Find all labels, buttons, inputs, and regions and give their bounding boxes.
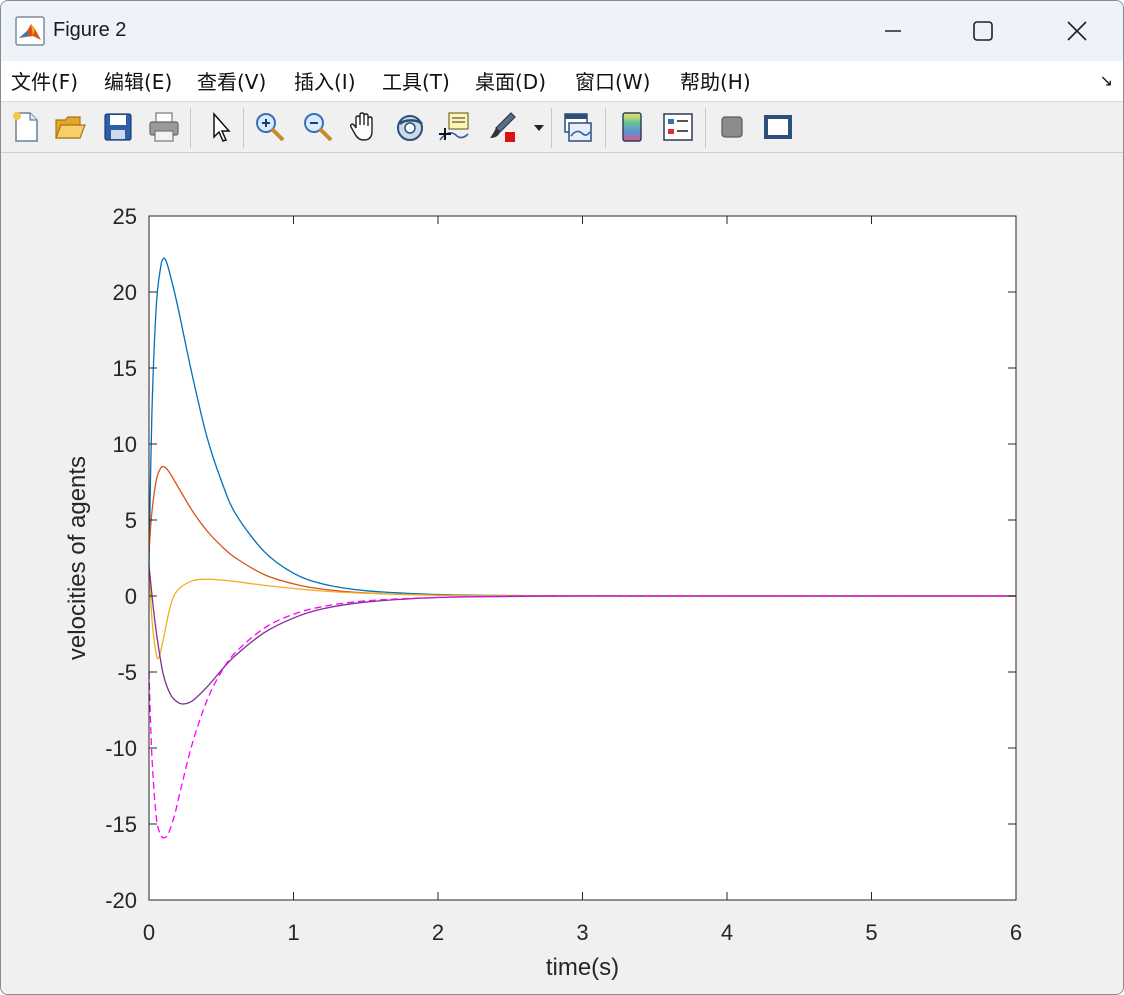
y-tick-label: -5 [117,660,137,685]
menu-insert[interactable]: 插入(I) [294,66,356,95]
x-axis-label: time(s) [546,954,619,981]
menu-edit[interactable]: 编辑(E) [104,66,172,95]
maximize-button[interactable] [937,1,1029,61]
plot-area[interactable]: 0 1 2 3 4 5 6 -20 -15 -10 -5 0 5 10 15 20 25 time(s) vel… [1,153,1123,994]
y-tick-label: 15 [113,356,137,381]
rotate-3d-icon[interactable] [393,110,427,144]
menu-window[interactable]: 窗口(W) [575,66,650,95]
y-tick-label: 25 [113,204,137,229]
y-axis-label: velocities of agents [64,456,91,660]
x-tick-label: 3 [576,920,588,945]
brush-dropdown-icon[interactable] [531,110,547,144]
menu-bar: 文件(F) 编辑(E) 查看(V) 插入(I) 工具(T) 桌面(D) 窗口(W… [1,61,1123,102]
toolbar-separator [190,108,191,148]
legend-icon[interactable] [661,110,695,144]
x-tick-label: 1 [287,920,299,945]
y-tick-label: 0 [125,584,137,609]
y-tick-label: -15 [105,812,137,837]
save-icon[interactable] [101,110,135,144]
hide-plot-tools-icon[interactable] [715,110,749,144]
y-tick-label: 20 [113,280,137,305]
y-tick-label: 5 [125,508,137,533]
link-plot-icon[interactable] [561,110,595,144]
zoom-out-icon[interactable] [301,110,335,144]
close-icon [1067,21,1087,41]
toolbar-separator [605,108,606,148]
title-bar[interactable]: Figure 2 [1,1,1123,61]
y-tick-label: -10 [105,736,137,761]
y-tick-label: 10 [113,432,137,457]
new-figure-icon[interactable] [9,110,43,144]
minimize-button[interactable] [847,1,939,61]
menu-tools[interactable]: 工具(T) [382,66,450,95]
print-icon[interactable] [147,110,181,144]
close-button[interactable] [1031,1,1123,61]
arrow-down-right-icon[interactable]: ↘ [1100,71,1113,90]
brush-icon[interactable] [485,110,519,144]
toolbar-separator [243,108,244,148]
x-tick-label: 2 [432,920,444,945]
x-tick-label: 6 [1010,920,1022,945]
y-tick-label: -20 [105,888,137,913]
menu-help[interactable]: 帮助(H) [680,66,751,95]
menu-file[interactable]: 文件(F) [11,66,78,95]
matlab-app-icon [15,16,45,46]
window-title: Figure 2 [53,19,127,41]
maximize-icon [973,21,993,41]
figure-canvas: 0 1 2 3 4 5 6 -20 -15 -10 -5 0 5 10 15 20 25 time(s) vel… [1,153,1123,994]
toolbar-separator [551,108,552,148]
x-tick-label: 0 [143,920,155,945]
x-tick-label: 5 [865,920,877,945]
minimize-icon [885,30,901,32]
select-arrow-icon[interactable] [203,110,237,144]
figure-toolbar [1,102,1123,153]
menu-desktop[interactable]: 桌面(D) [475,66,546,95]
menu-view[interactable]: 查看(V) [197,66,266,95]
show-plot-tools-icon[interactable] [761,110,795,144]
data-cursor-icon[interactable] [437,110,471,144]
axes-background [149,216,1016,900]
toolbar-separator [705,108,706,148]
x-tick-label: 4 [721,920,733,945]
zoom-in-icon[interactable] [253,110,287,144]
pan-hand-icon[interactable] [347,110,381,144]
colorbar-icon[interactable] [615,110,649,144]
open-file-icon[interactable] [53,110,87,144]
figure-window: Figure 2 文件(F) 编辑(E) 查看(V) 插入(I) 工具(T) 桌… [0,0,1124,995]
